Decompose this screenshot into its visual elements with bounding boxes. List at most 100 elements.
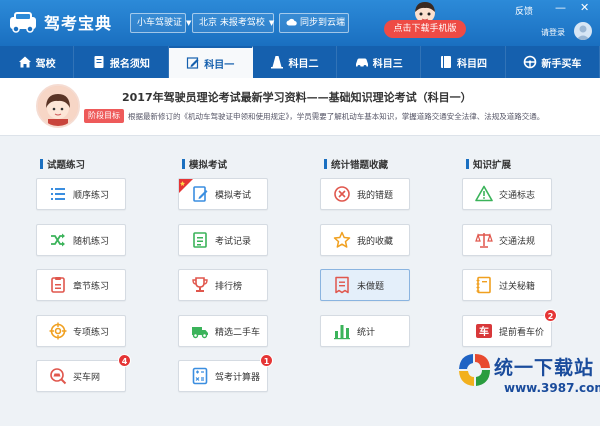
card-label: 考试记录 <box>215 236 252 247</box>
card-label: 专项练习 <box>73 327 110 338</box>
exam-record-button[interactable]: 考试记录 <box>178 224 268 256</box>
close-button[interactable]: ✕ <box>580 1 589 14</box>
card-label: 我的收藏 <box>357 236 394 247</box>
card-label: 排行榜 <box>215 281 243 292</box>
card-label: 未做题 <box>357 281 385 292</box>
road-sign-icon <box>475 185 493 202</box>
sequential-practice-button[interactable]: 顺序练习 <box>36 178 126 210</box>
edit-icon <box>187 57 199 69</box>
calculator-button[interactable]: 驾考计算器 1 <box>178 354 273 392</box>
tab-label: 科目二 <box>288 58 319 70</box>
shuffle-icon <box>51 233 65 247</box>
my-favorites-button[interactable]: 我的收藏 <box>320 224 410 256</box>
card-label: 交通法规 <box>499 236 536 247</box>
random-practice-button[interactable]: 随机练习 <box>36 224 126 256</box>
feedback-link[interactable]: 反馈 <box>515 4 533 17</box>
exam-icon <box>193 186 208 202</box>
tab-driving-school[interactable]: 驾校 <box>0 46 75 78</box>
car-price-button[interactable]: 车 提前看车价 2 <box>462 309 557 347</box>
mock-exam-button[interactable]: 模拟考试 <box>178 178 268 210</box>
download-site-logo-icon <box>459 354 490 386</box>
cloud-icon <box>286 18 297 26</box>
svg-text:车: 车 <box>479 325 489 338</box>
hot-ribbon-icon <box>179 179 193 193</box>
section-title-practice: 试题练习 <box>40 157 85 171</box>
download-mobile-button[interactable]: 点击下载手机版 <box>384 20 466 38</box>
car-type-label: 小车驾驶证 <box>137 18 183 28</box>
instructor-avatar <box>36 84 80 128</box>
traffic-signs-button[interactable]: 交通标志 <box>462 178 552 210</box>
tab-label: 科目三 <box>372 58 403 70</box>
info-banner: 2017年驾驶员理论考试最新学习资料——基础知识理论考试（科目一） 阶段目标 根… <box>0 78 600 136</box>
car-icon <box>355 58 368 68</box>
used-car-button[interactable]: 精选二手车 <box>178 315 268 347</box>
tab-registration[interactable]: 报名须知 <box>74 46 169 78</box>
goal-tag: 阶段目标 <box>84 109 124 123</box>
tab-subject-two[interactable]: 科目二 <box>253 46 338 78</box>
special-practice-button[interactable]: 专项练习 <box>36 315 126 347</box>
chapter-practice-button[interactable]: 章节练习 <box>36 269 126 301</box>
target-icon <box>49 322 67 340</box>
car-price-icon: 车 <box>476 324 492 338</box>
undone-icon <box>335 276 349 294</box>
login-link[interactable]: 请登录 <box>541 27 565 38</box>
chevron-down-icon: ▼ <box>268 19 275 27</box>
notebook-icon <box>476 276 491 294</box>
tab-subject-one[interactable]: 科目一 <box>168 46 253 78</box>
card-label: 交通标志 <box>499 190 536 201</box>
card-label: 随机练习 <box>73 236 110 247</box>
home-icon <box>18 56 31 68</box>
watermark-title: 统一下载站 <box>494 357 595 379</box>
card-label: 驾考计算器 <box>215 372 261 383</box>
card-label: 我的错题 <box>357 190 394 201</box>
list-icon <box>51 188 65 200</box>
my-wrong-questions-button[interactable]: 我的错题 <box>320 178 410 210</box>
notification-badge: 2 <box>544 309 557 322</box>
tab-label: 科目四 <box>457 58 488 70</box>
title-bar: 驾考宝典 小车驾驶证 ▼ 北京 未报考驾校 ▼ 同步到云端 点击下载手机版 反馈 —… <box>0 0 600 46</box>
sync-label: 同步到云端 <box>300 18 346 28</box>
minimize-button[interactable]: — <box>555 1 566 14</box>
car-search-icon <box>50 368 67 385</box>
sync-button[interactable]: 同步到云端 <box>279 13 349 33</box>
scales-icon <box>475 233 493 248</box>
card-label: 章节练习 <box>73 281 110 292</box>
leaderboard-button[interactable]: 排行榜 <box>178 269 268 301</box>
section-title-knowledge: 知识扩展 <box>466 157 511 171</box>
section-title-statistics: 统计错题收藏 <box>324 157 388 171</box>
user-avatar[interactable] <box>574 22 592 40</box>
tab-label: 报名须知 <box>109 58 150 70</box>
chapter-icon <box>51 277 65 293</box>
card-label: 过关秘籍 <box>499 281 536 292</box>
card-label: 精选二手车 <box>215 327 261 338</box>
main-nav: 驾校 报名须知 科目一 科目二 科目三 科目四 新手买车 <box>0 46 600 78</box>
cone-icon <box>271 56 284 69</box>
truck-icon <box>192 327 208 339</box>
tab-subject-four[interactable]: 科目四 <box>421 46 506 78</box>
stats-icon <box>334 325 350 340</box>
pass-tips-button[interactable]: 过关秘籍 <box>462 269 552 301</box>
undone-questions-button[interactable]: 未做题 <box>320 269 410 301</box>
book-icon <box>441 56 452 68</box>
tab-buy-car[interactable]: 新手买车 <box>506 46 600 78</box>
chevron-down-icon: ▼ <box>186 19 192 27</box>
school-select[interactable]: 北京 未报考驾校 ▼ <box>192 13 274 33</box>
trophy-icon <box>192 277 208 292</box>
tab-subject-three[interactable]: 科目三 <box>337 46 422 78</box>
car-type-select[interactable]: 小车驾驶证 ▼ <box>130 13 191 33</box>
car-logo-icon <box>10 12 36 33</box>
tab-label: 驾校 <box>35 58 56 70</box>
wrong-icon <box>334 186 350 202</box>
banner-description: 根据最新修订的《机动车驾驶证申领和使用规定》，学员需要了解机动车基本知识，掌握道… <box>128 112 545 121</box>
document-icon <box>94 56 104 68</box>
statistics-button[interactable]: 统计 <box>320 315 410 347</box>
record-icon <box>193 232 207 248</box>
traffic-laws-button[interactable]: 交通法规 <box>462 224 552 256</box>
tab-label: 科目一 <box>204 59 235 71</box>
site-watermark: 统一下载站 www.3987.com <box>454 349 600 421</box>
card-label: 模拟考试 <box>215 190 252 201</box>
user-icon <box>576 25 590 40</box>
watermark-url: www.3987.com <box>504 381 600 395</box>
buy-car-site-button[interactable]: 买车网 4 <box>36 354 131 392</box>
notification-badge: 1 <box>260 354 273 367</box>
